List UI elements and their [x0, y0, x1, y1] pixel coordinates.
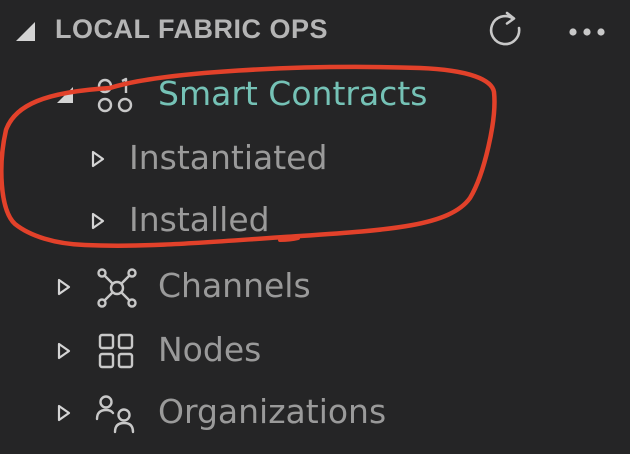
refresh-icon[interactable] [486, 10, 528, 52]
expanded-chevron-icon[interactable] [57, 85, 73, 105]
collapse-panel-icon[interactable] [16, 22, 35, 41]
tree-item-label: Smart Contracts [158, 74, 428, 113]
tree-item-label: Instantiated [129, 138, 328, 177]
collapsed-chevron-icon[interactable] [56, 403, 72, 423]
tree-item-smart-contracts[interactable]: Smart Contracts [0, 64, 630, 126]
nodes-icon [98, 333, 134, 369]
tree-item-organizations[interactable]: Organizations [0, 382, 630, 444]
organizations-icon [95, 395, 135, 434]
collapsed-chevron-icon[interactable] [56, 341, 72, 361]
tree-item-nodes[interactable]: Nodes [0, 320, 630, 382]
panel-title: LOCAL FABRIC OPS [55, 14, 329, 44]
tree-item-label: Installed [129, 200, 270, 239]
tree-item-label: Nodes [158, 330, 262, 369]
tree-item-installed[interactable]: Installed [0, 190, 630, 252]
tree-item-channels[interactable]: Channels [0, 256, 630, 318]
collapsed-chevron-icon[interactable] [90, 149, 106, 169]
tree-item-label: Channels [158, 266, 311, 305]
more-actions-icon[interactable] [562, 10, 612, 52]
smart-contract-icon [97, 77, 133, 113]
collapsed-chevron-icon[interactable] [90, 211, 106, 231]
tree-item-label: Organizations [158, 392, 387, 431]
tree-item-instantiated[interactable]: Instantiated [0, 128, 630, 190]
panel-header[interactable]: LOCAL FABRIC OPS [0, 0, 630, 64]
channels-icon [97, 268, 137, 308]
collapsed-chevron-icon[interactable] [56, 277, 72, 297]
